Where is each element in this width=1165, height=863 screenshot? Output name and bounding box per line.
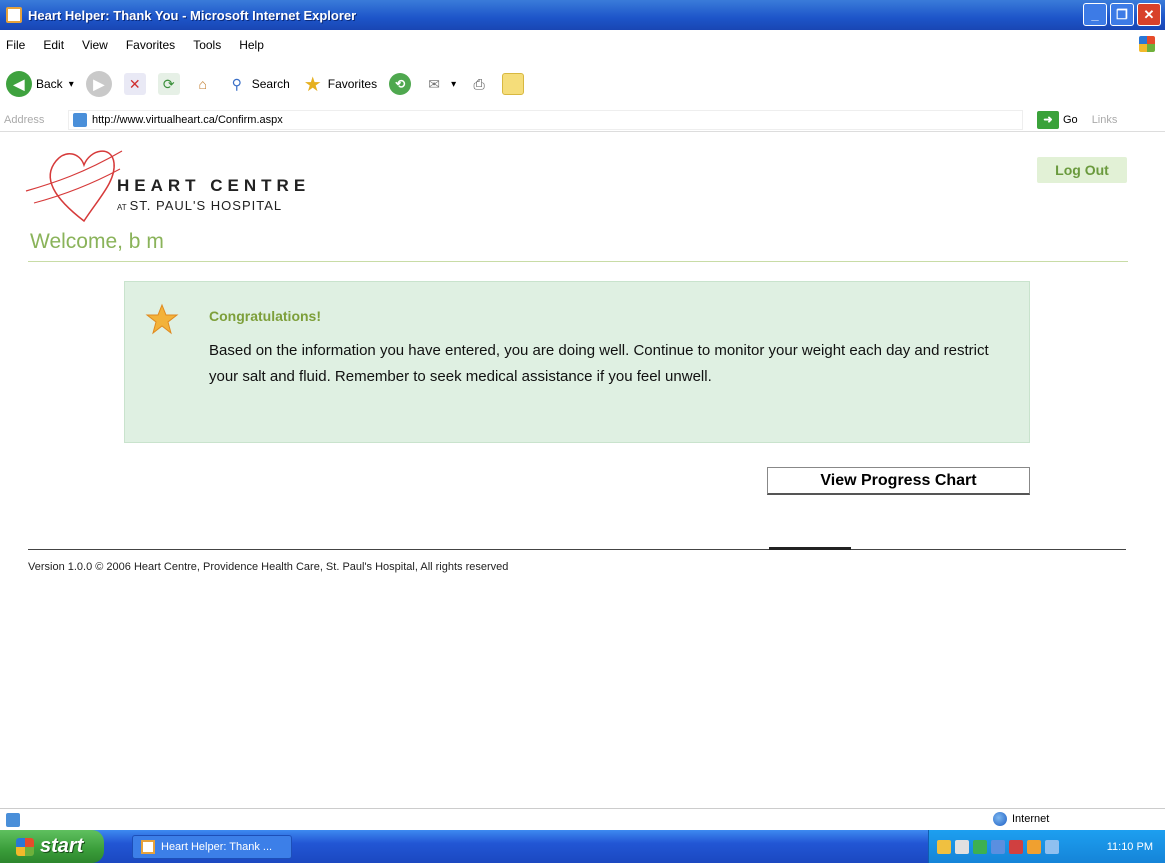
page-status-icon <box>6 812 20 827</box>
divider <box>28 261 1128 262</box>
logo-subtitle: AT ST. PAUL'S HOSPITAL <box>117 198 282 213</box>
task-label: Heart Helper: Thank ... <box>161 840 273 853</box>
start-button[interactable]: start <box>0 830 104 863</box>
menu-file[interactable]: File <box>6 38 25 52</box>
print-button[interactable]: ⎙ <box>468 73 490 95</box>
mail-icon: ✉ <box>428 75 440 92</box>
window-title: Heart Helper: Thank You - Microsoft Inte… <box>28 7 357 23</box>
address-label: Address <box>4 113 45 126</box>
taskbar: start Heart Helper: Thank ... 11:10 PM <box>0 830 1165 863</box>
home-button[interactable]: ⌂ <box>192 73 214 95</box>
tray-icon[interactable] <box>991 839 1005 854</box>
ie-icon <box>141 839 155 854</box>
refresh-button[interactable]: ⟳ <box>157 73 180 95</box>
congratulations-panel: Congratulations! Based on the informatio… <box>124 281 1030 443</box>
volume-icon[interactable] <box>1045 839 1059 854</box>
start-label: start <box>40 835 84 857</box>
address-bar: Address http://www.virtualheart.ca/Confi… <box>0 108 1165 132</box>
footer-divider-accent <box>769 547 851 550</box>
footer-text: Version 1.0.0 © 2006 Heart Centre, Provi… <box>28 561 509 573</box>
security-zone: Internet <box>993 812 1049 826</box>
logo-heart-centre: HEART CENTRE <box>117 176 311 195</box>
stop-button[interactable]: ✕ <box>123 73 146 95</box>
status-bar: Internet <box>0 808 1165 830</box>
favorites-button[interactable]: ★ Favorites <box>302 73 378 96</box>
zone-label: Internet <box>1012 813 1050 825</box>
clock[interactable]: 11:10 PM <box>1107 841 1153 853</box>
tray-icon[interactable] <box>937 839 951 854</box>
welcome-heading: Welcome, b m <box>30 230 164 253</box>
windows-flag-icon <box>16 837 34 856</box>
forward-arrow-icon: ▶ <box>85 71 112 97</box>
search-icon: ⚲ <box>231 75 242 92</box>
search-button[interactable]: ⚲ Search <box>226 73 290 95</box>
menu-bar: File Edit View Favorites Tools Help <box>0 30 1165 60</box>
alert-message: Based on the information you have entere… <box>209 342 989 385</box>
menu-help[interactable]: Help <box>239 38 264 52</box>
folder-icon <box>502 73 525 95</box>
globe-icon <box>993 812 1007 826</box>
forward-button[interactable]: ▶ <box>85 71 112 97</box>
tray-icon[interactable] <box>973 839 987 854</box>
menu-view[interactable]: View <box>82 38 108 52</box>
back-label: Back <box>36 77 63 91</box>
toolbar: ◀ Back ▾ ▶ ✕ ⟳ ⌂ ⚲ Search ★ Favorites ⟲ … <box>0 60 1165 108</box>
page-icon <box>73 112 87 127</box>
stop-icon: ✕ <box>123 73 146 95</box>
menu-edit[interactable]: Edit <box>43 38 64 52</box>
search-label: Search <box>251 77 290 91</box>
tray-icon[interactable] <box>1009 839 1023 854</box>
tray-icon[interactable] <box>955 839 969 854</box>
back-button[interactable]: ◀ Back ▾ <box>6 71 74 97</box>
go-label: Go <box>1063 113 1078 126</box>
close-button[interactable]: ✕ <box>1137 3 1161 26</box>
folder-button[interactable] <box>502 73 525 95</box>
print-icon: ⎙ <box>473 75 485 92</box>
mail-button[interactable]: ✉ ▾ <box>423 73 456 95</box>
maximize-button[interactable]: ❐ <box>1110 3 1134 26</box>
logout-button[interactable]: Log Out <box>1037 157 1127 183</box>
go-button[interactable]: ➜ Go <box>1037 110 1078 129</box>
taskbar-item-heart-helper[interactable]: Heart Helper: Thank ... <box>132 834 292 859</box>
logo-prefix: AT <box>117 203 127 212</box>
windows-logo-icon <box>1139 36 1155 52</box>
history-button[interactable]: ⟲ <box>389 73 412 95</box>
page-content: HEART CENTRE AT ST. PAUL'S HOSPITAL Log O… <box>0 133 1165 808</box>
heart-logo-icon <box>25 150 123 223</box>
back-arrow-icon: ◀ <box>6 71 32 97</box>
history-icon: ⟲ <box>389 73 412 95</box>
system-tray: 11:10 PM <box>928 830 1165 863</box>
footer-divider <box>28 549 1126 550</box>
window-title-bar[interactable]: Heart Helper: Thank You - Microsoft Inte… <box>0 0 1165 30</box>
star-icon: ★ <box>303 73 322 96</box>
ie-icon <box>6 7 22 23</box>
favorites-label: Favorites <box>327 77 378 91</box>
window-controls: _ ❐ ✕ <box>1083 3 1161 26</box>
go-arrow-icon: ➜ <box>1037 110 1059 129</box>
tray-icon[interactable] <box>1027 839 1041 854</box>
minimize-button[interactable]: _ <box>1083 3 1107 26</box>
logo-hospital: ST. PAUL'S HOSPITAL <box>129 198 283 213</box>
chevron-down-icon[interactable]: ▾ <box>451 79 456 90</box>
chevron-down-icon[interactable]: ▾ <box>69 79 74 90</box>
address-input[interactable]: http://www.virtualheart.ca/Confirm.aspx <box>68 109 1023 130</box>
alert-heading: Congratulations! <box>209 308 321 324</box>
links-button[interactable]: Links <box>1092 114 1118 126</box>
home-icon: ⌂ <box>198 76 207 92</box>
star-icon <box>145 303 179 335</box>
menu-tools[interactable]: Tools <box>193 38 221 52</box>
view-progress-chart-button[interactable]: View Progress Chart <box>767 467 1030 495</box>
menu-favorites[interactable]: Favorites <box>126 38 175 52</box>
address-url: http://www.virtualheart.ca/Confirm.aspx <box>92 113 283 126</box>
refresh-icon: ⟳ <box>157 73 180 95</box>
